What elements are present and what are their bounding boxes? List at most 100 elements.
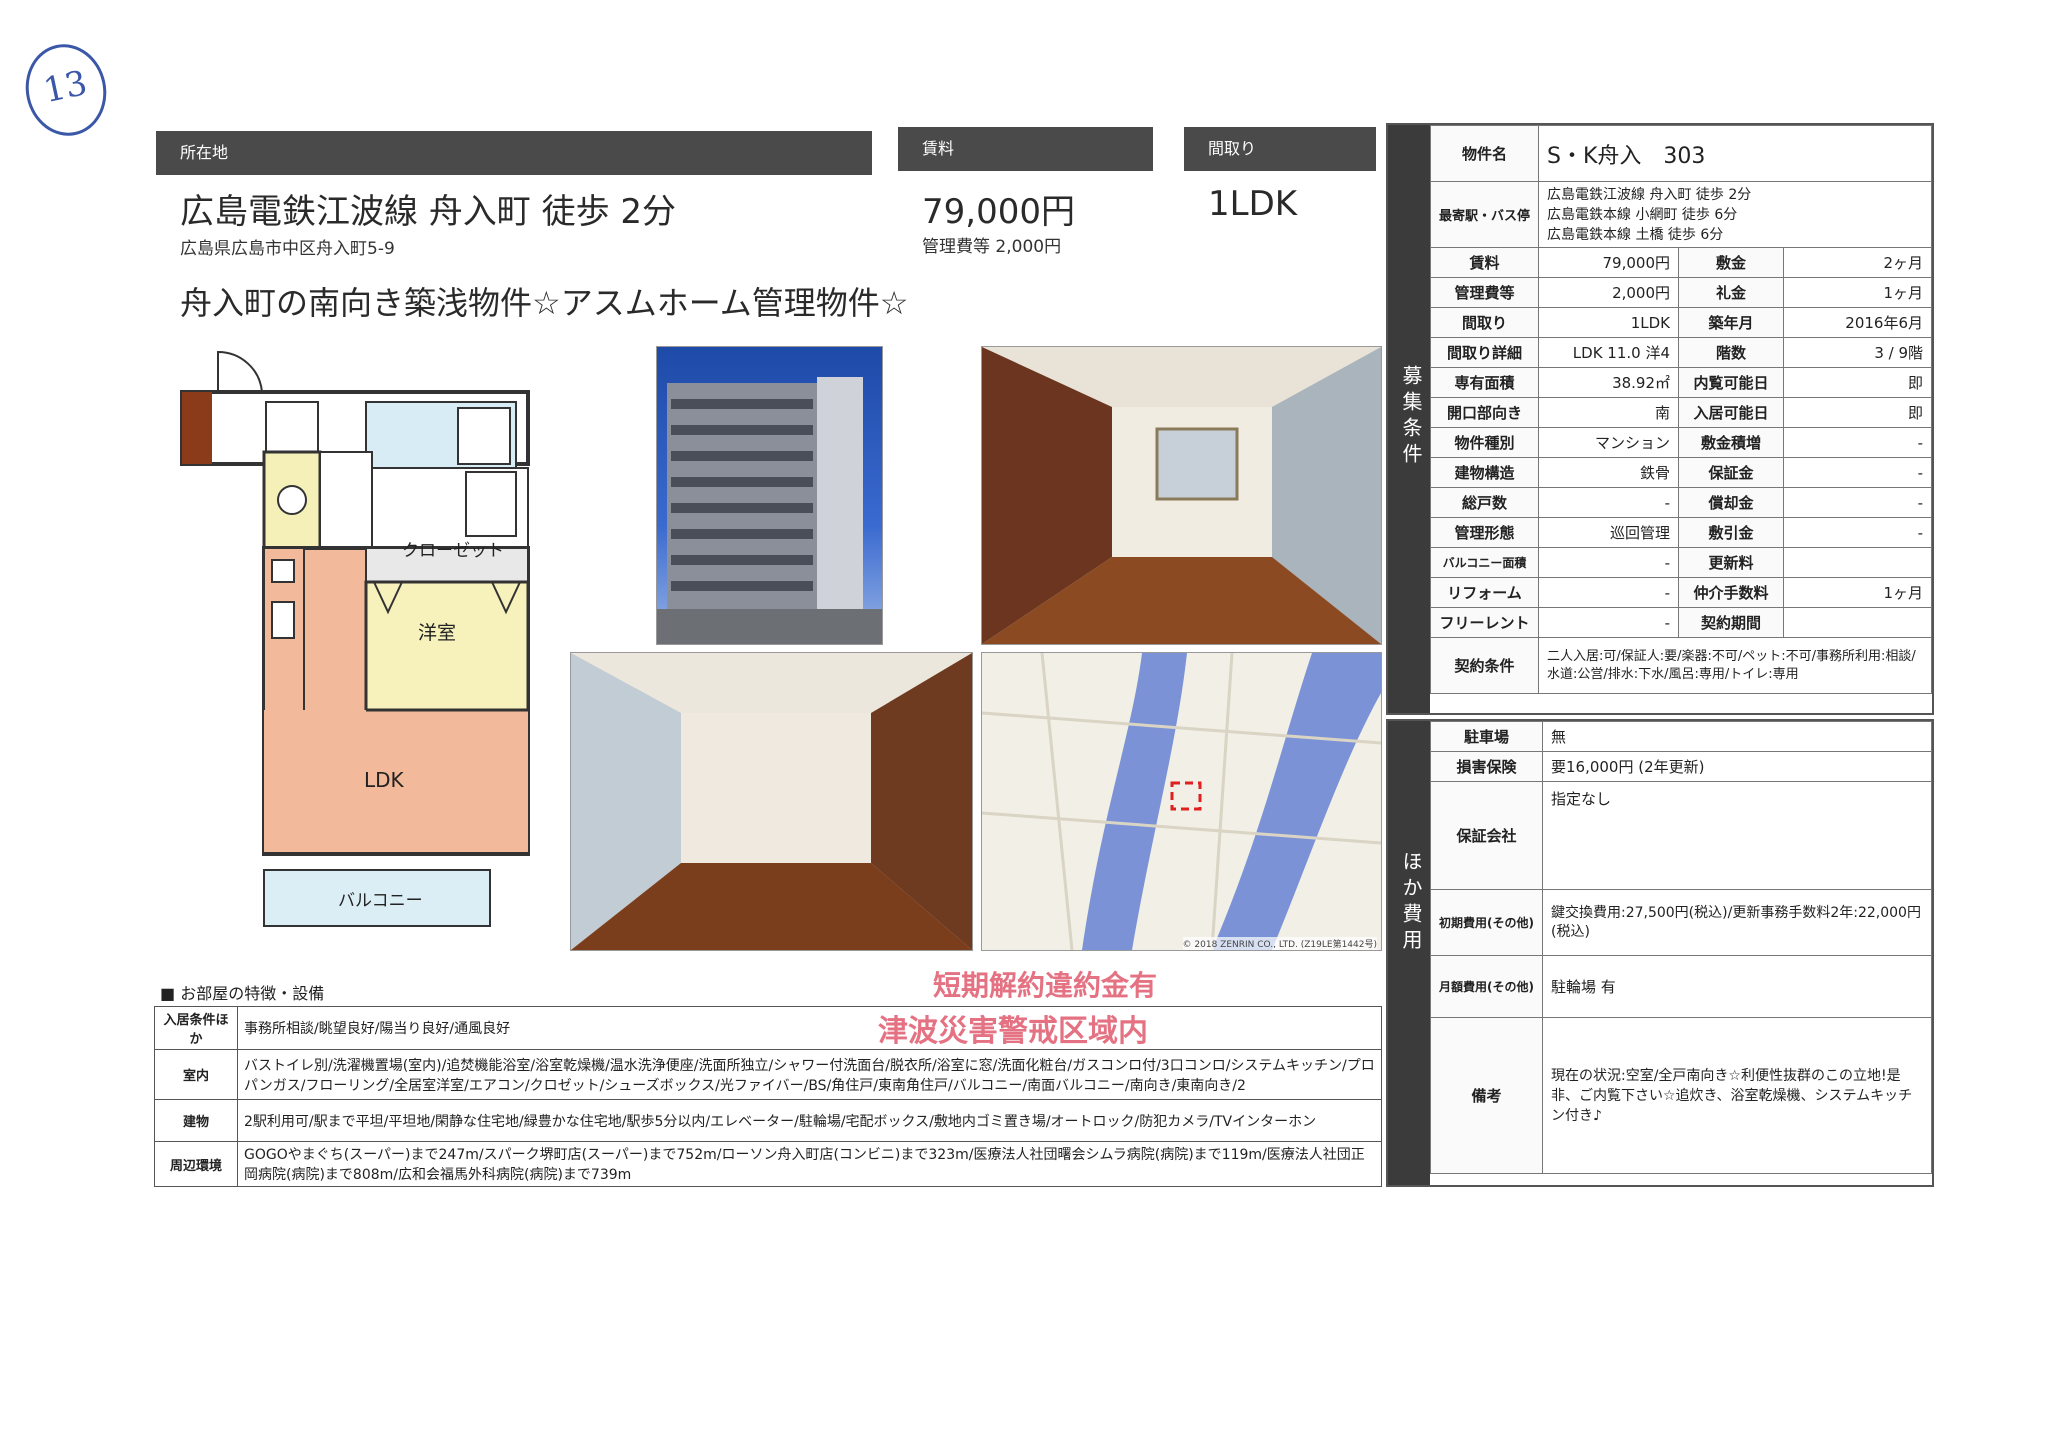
cost-value: 要16,000円 (2年更新) bbox=[1541, 751, 1933, 782]
spec-key: 間取り詳細 bbox=[1429, 337, 1540, 368]
spec-row: 建物構造 鉄骨 保証金 - bbox=[1429, 457, 1932, 488]
spec-value: 38.92㎡ bbox=[1538, 367, 1680, 398]
feature-row: 建物 2駅利用可/駅まで平坦/平坦地/閑静な住宅地/緑豊かな住宅地/駅歩5分以内… bbox=[154, 1099, 1382, 1142]
feature-value: 2駅利用可/駅まで平坦/平坦地/閑静な住宅地/緑豊かな住宅地/駅歩5分以内/エレ… bbox=[237, 1099, 1382, 1142]
feature-key: 入居条件ほか bbox=[154, 1006, 238, 1050]
interior-photo-1 bbox=[981, 346, 1382, 645]
feature-value: バストイレ別/洗濯機置場(室内)/追焚機能浴室/浴室乾燥機/温水洗浄便座/洗面所… bbox=[237, 1049, 1382, 1100]
features-title: ■ お部屋の特徴・設備 bbox=[160, 984, 325, 1003]
spec-key: 物件種別 bbox=[1429, 427, 1540, 458]
cost-row: 備考 現在の状況:空室/全戸南向き☆利便性抜群のこの立地!是非、ご内覧下さい☆追炊… bbox=[1430, 1017, 1933, 1174]
fp-ldk-label: LDK bbox=[364, 768, 404, 792]
spec-value: マンション bbox=[1538, 427, 1680, 458]
spec-value: 2,000円 bbox=[1538, 277, 1680, 308]
spec-value: - bbox=[1783, 457, 1932, 488]
cost-value: 鍵交換費用:27,500円(税込)/更新事務手数料2年:22,000円(税込) bbox=[1541, 889, 1933, 956]
rent-header: 賃料 bbox=[898, 127, 1153, 171]
spec-row: 総戸数 - 償却金 - bbox=[1429, 487, 1932, 518]
spec-row: フリーレント - 契約期間 bbox=[1429, 607, 1932, 638]
spec-value bbox=[1783, 607, 1932, 638]
spec-row: 賃料 79,000円 敷金 2ヶ月 bbox=[1429, 247, 1932, 278]
spec-value: 1LDK bbox=[1538, 307, 1680, 338]
spec-value: - bbox=[1538, 607, 1680, 638]
feature-value: GOGOやまぐち(スーパー)まで247m/スパーク堺町店(スーパー)まで752m… bbox=[237, 1141, 1382, 1187]
spec-key: 築年月 bbox=[1678, 307, 1785, 338]
spec-key: 総戸数 bbox=[1429, 487, 1540, 518]
spec-key: 償却金 bbox=[1678, 487, 1785, 518]
cost-value: 無 bbox=[1541, 721, 1933, 752]
spec-value: 鉄骨 bbox=[1538, 457, 1680, 488]
spec-value: - bbox=[1538, 577, 1680, 608]
location-map: © 2018 ZENRIN CO., LTD. (Z19LE第1442号) bbox=[981, 652, 1382, 951]
spec-row: 開口部向き南入居可能日即 bbox=[1429, 397, 1932, 428]
spec-key: 入居可能日 bbox=[1678, 397, 1785, 428]
catchcopy: 舟入町の南向き築浅物件☆アスムホーム管理物件☆ bbox=[180, 284, 909, 322]
spec-key: 賃料 bbox=[1429, 247, 1540, 278]
spec-key: 契約期間 bbox=[1678, 607, 1785, 638]
spec-value bbox=[1783, 547, 1932, 578]
page-number: 13 bbox=[40, 63, 91, 112]
spec-band-costs-text: ほか費用 bbox=[1399, 851, 1423, 955]
cost-row: 保証会社 指定なし bbox=[1430, 781, 1933, 890]
spec-value: - bbox=[1783, 517, 1932, 548]
layout-header: 間取り bbox=[1184, 127, 1376, 171]
spec-station-3: 広島電鉄本線 土橋 徒歩 6分 bbox=[1547, 226, 1724, 243]
feature-key: 周辺環境 bbox=[154, 1141, 238, 1187]
spec-value: 南 bbox=[1538, 397, 1680, 428]
spec-value: 2ヶ月 bbox=[1783, 247, 1932, 278]
fp-closet-label: クローゼット bbox=[402, 541, 504, 561]
features-table: 入居条件ほか 事務所相談/眺望良好/陽当り良好/通風良好 室内 バストイレ別/洗… bbox=[154, 1006, 1382, 1187]
spec-value: 3 / 9階 bbox=[1783, 337, 1932, 368]
spec-table: 物件名 S・K舟入 303 最寄駅・バス停 広島電鉄江波線 舟入町 徒歩 2分 … bbox=[1429, 125, 1932, 694]
spec-key: 敷金 bbox=[1678, 247, 1785, 278]
location-address: 広島県広島市中区舟入町5-9 bbox=[180, 239, 395, 259]
spec-key: 内覧可能日 bbox=[1678, 367, 1785, 398]
feature-value: 事務所相談/眺望良好/陽当り良好/通風良好 bbox=[237, 1006, 1382, 1050]
cost-value: 指定なし bbox=[1541, 781, 1933, 890]
feature-row: 入居条件ほか 事務所相談/眺望良好/陽当り良好/通風良好 bbox=[154, 1006, 1382, 1050]
fp-western-label: 洋室 bbox=[418, 622, 457, 644]
cost-row: 損害保険 要16,000円 (2年更新) bbox=[1430, 751, 1933, 782]
spec-value: 即 bbox=[1783, 367, 1932, 398]
building-photo bbox=[656, 346, 883, 645]
feature-key: 建物 bbox=[154, 1099, 238, 1142]
spec-station-2: 広島電鉄本線 小網町 徒歩 6分 bbox=[1547, 206, 1738, 223]
spec-key: 開口部向き bbox=[1429, 397, 1540, 428]
spec-key: バルコニー面積 bbox=[1429, 547, 1540, 578]
cost-key: 駐車場 bbox=[1430, 721, 1543, 752]
spec-band-costs: ほか費用 bbox=[1388, 721, 1430, 1185]
spec-row: 管理費等 2,000円 礼金 1ヶ月 bbox=[1429, 277, 1932, 308]
layout-value: 1LDK bbox=[1208, 184, 1298, 224]
spec-row: リフォーム - 仲介手数料 1ヶ月 bbox=[1429, 577, 1932, 608]
cost-key: 備考 bbox=[1430, 1017, 1543, 1174]
spec-key: 敷引金 bbox=[1678, 517, 1785, 548]
spec-row: 管理形態 巡回管理 敷引金 - bbox=[1429, 517, 1932, 548]
cost-row: 月額費用(その他) 駐輪場 有 bbox=[1430, 955, 1933, 1018]
location-header: 所在地 bbox=[156, 131, 872, 175]
spec-key: 間取り bbox=[1429, 307, 1540, 338]
fp-balcony-label: バルコニー bbox=[338, 891, 423, 911]
spec-key: 敷金積増 bbox=[1678, 427, 1785, 458]
spec-name-key: 物件名 bbox=[1429, 125, 1540, 182]
spec-row: 専有面積 38.92㎡ 内覧可能日即 bbox=[1429, 367, 1932, 398]
spec-value: - bbox=[1783, 487, 1932, 518]
cost-row: 駐車場無 bbox=[1430, 721, 1933, 752]
spec-value: - bbox=[1538, 547, 1680, 578]
cost-row: 初期費用(その他) 鍵交換費用:27,500円(税込)/更新事務手数料2年:22,… bbox=[1430, 889, 1933, 956]
spec-value: 即 bbox=[1783, 397, 1932, 428]
interior-photo-2 bbox=[570, 652, 973, 951]
rent-amount: 79,000円 bbox=[922, 192, 1075, 232]
spec-contract-key: 契約条件 bbox=[1429, 637, 1540, 694]
spec-band-recruit-text: 募集条件 bbox=[1399, 365, 1423, 469]
spec-row: 間取り 1LDK 築年月 2016年6月 bbox=[1429, 307, 1932, 338]
rent-fee: 管理費等 2,000円 bbox=[922, 237, 1062, 257]
spec-row: バルコニー面積 - 更新料 bbox=[1429, 547, 1932, 578]
spec-stations: 広島電鉄江波線 舟入町 徒歩 2分 広島電鉄本線 小網町 徒歩 6分 広島電鉄本… bbox=[1538, 181, 1932, 248]
other-costs-table: 駐車場無 損害保険 要16,000円 (2年更新) 保証会社 指定なし 初期費用(そ… bbox=[1430, 721, 1933, 1174]
spec-key: リフォーム bbox=[1429, 577, 1540, 608]
spec-value: 1ヶ月 bbox=[1783, 277, 1932, 308]
spec-row: 物件種別 マンション 敷金積増 - bbox=[1429, 427, 1932, 458]
page-number-circle: 13 bbox=[17, 36, 115, 144]
spec-key: 仲介手数料 bbox=[1678, 577, 1785, 608]
spec-row: 間取り詳細 LDK 11.0 洋4 階数 3 / 9階 bbox=[1429, 337, 1932, 368]
